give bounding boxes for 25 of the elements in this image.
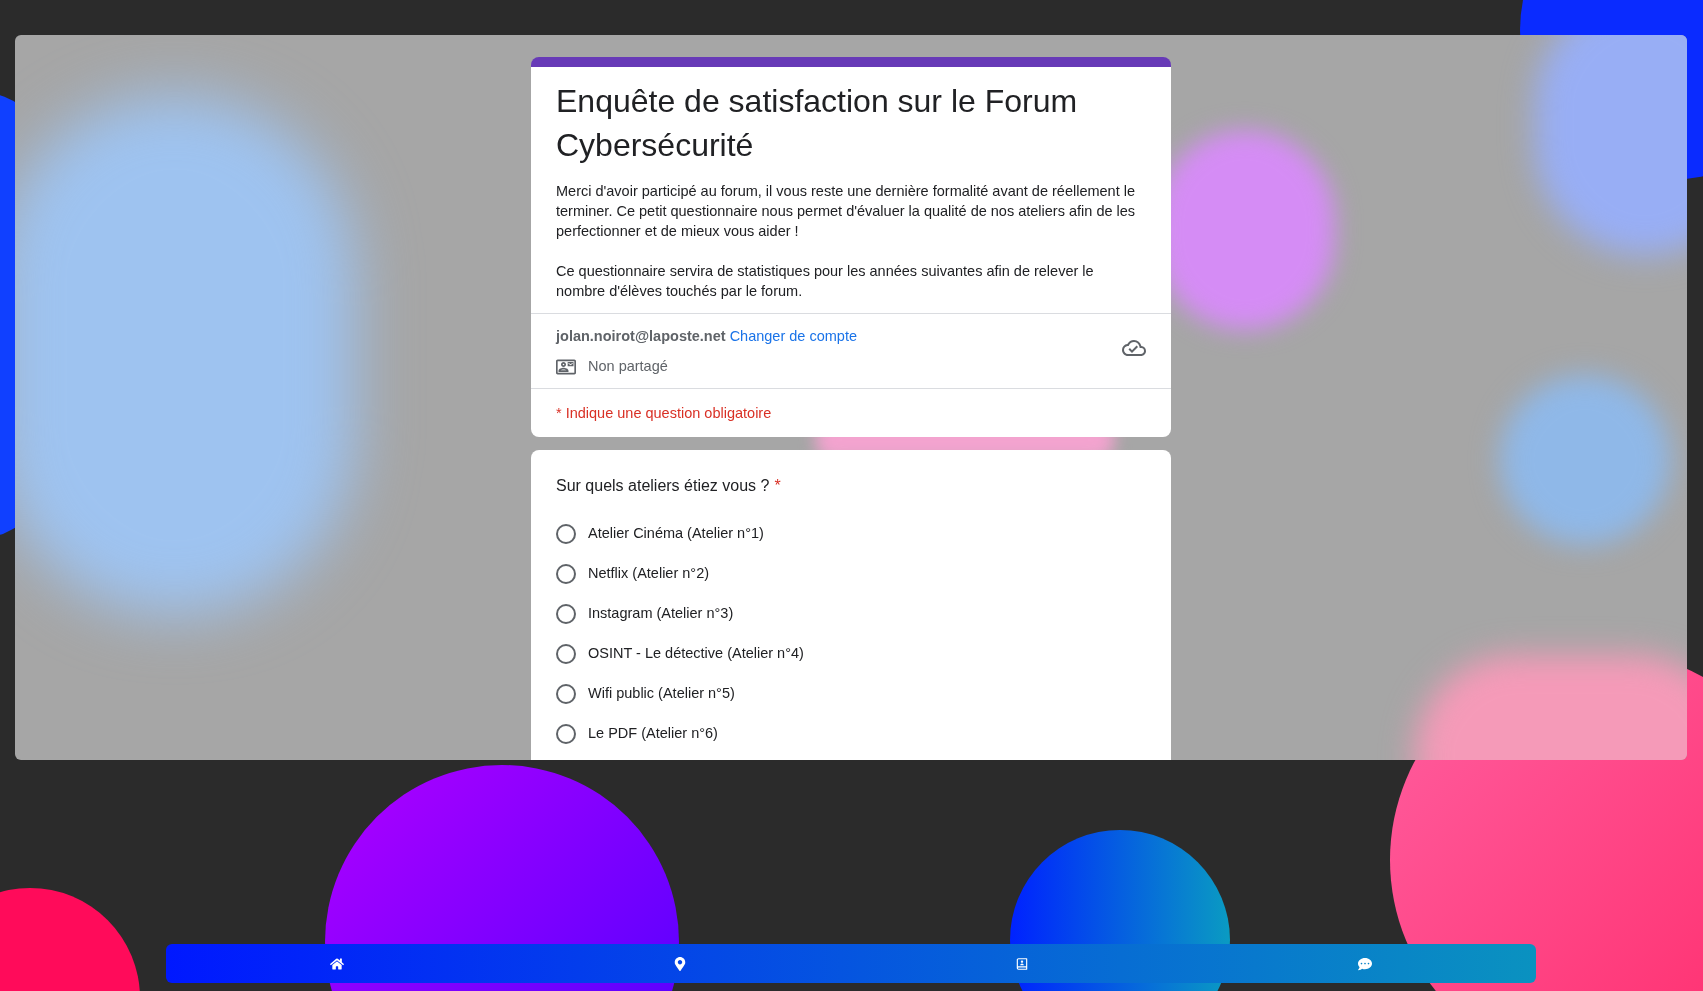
radio-option[interactable]: Netflix (Atelier n°2)	[556, 561, 1146, 586]
radio-button[interactable]	[556, 603, 576, 624]
radio-button[interactable]	[556, 563, 576, 584]
radio-option[interactable]: OSINT - Le détective (Atelier n°4)	[556, 641, 1146, 666]
map-pin-icon	[672, 956, 687, 971]
required-note: * Indique une question obligatoire	[556, 404, 772, 421]
sharing-status: Non partagé	[588, 356, 668, 376]
radio-option[interactable]: Le PDF (Atelier n°6)	[556, 721, 1146, 746]
switch-account-link[interactable]: Changer de compte	[729, 326, 857, 348]
required-asterisk: *	[774, 475, 781, 496]
radio-button[interactable]	[556, 643, 576, 664]
form-title: Enquête de satisfaction sur le Forum Cybersécurité	[556, 82, 1079, 165]
radio-button[interactable]	[556, 723, 576, 744]
house-icon	[330, 956, 345, 971]
form-description: Ce questionnaire servira de statistiques pour les années suivantes afin de relever le nombre d'élèves touchés par le forum.	[556, 262, 1095, 301]
radio-option[interactable]: Wifi public (Atelier n°5)	[556, 681, 1146, 706]
radio-option[interactable]: Instagram (Atelier n°3)	[556, 601, 1146, 626]
radio-button[interactable]	[556, 523, 576, 544]
radio-option[interactable]: Atelier Cinéma (Atelier n°1)	[556, 521, 1146, 546]
account-email: jolan.noirot@laposte.net	[556, 327, 726, 346]
radio-button[interactable]	[556, 683, 576, 704]
question-label: Sur quels ateliers étiez vous ?	[556, 475, 770, 496]
person-card-icon	[1015, 956, 1030, 971]
chat-bubble-icon	[1357, 956, 1372, 971]
form-description: Merci d'avoir participé au forum, il vous reste une dernière formalité avant de réellement le terminer. Ce petit questionnaire nous permet d'évaluer la qualité de nos ateliers afin de les perfectionner et de mieux vous aider !	[556, 182, 1137, 241]
